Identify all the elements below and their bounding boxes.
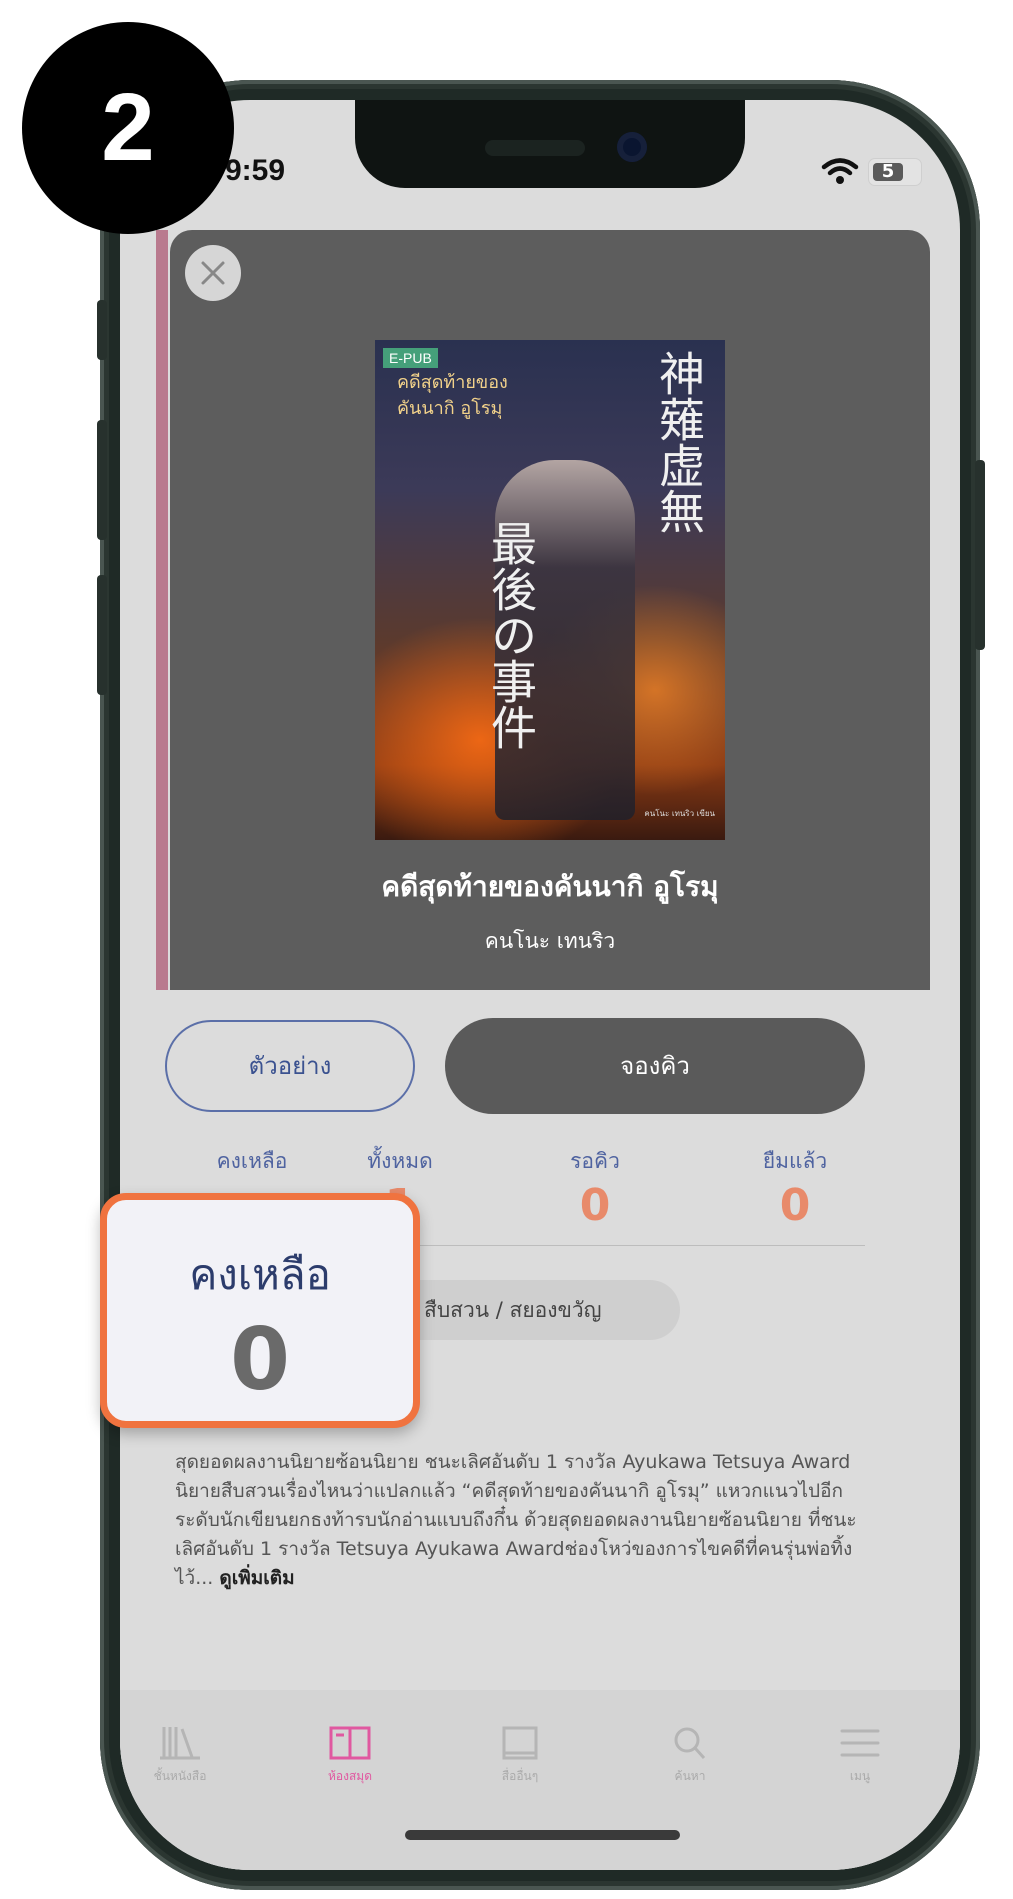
stat-queue-label: รอคิว (570, 1149, 620, 1173)
zoom-callout-value: 0 (230, 1310, 290, 1410)
cover-japanese-title-left: 最後の事件 (484, 520, 538, 750)
close-icon (201, 261, 225, 285)
epub-badge: E-PUB (383, 348, 438, 368)
tab-search[interactable]: ค้นหา (630, 1725, 750, 1786)
phone-screen: 9:59 5 E-PUB คดีสุดท้ายของ คันนากิ อูโรม… (120, 100, 960, 1870)
stat-total-label: ทั้งหมด (367, 1149, 433, 1173)
step-number-badge: 2 (22, 22, 234, 234)
cover-credit: คนโนะ เทนริว เขียน (644, 809, 715, 818)
sample-button[interactable]: ตัวอย่าง (165, 1020, 415, 1112)
menu-icon (840, 1729, 880, 1757)
stat-borrowed-label: ยืมแล้ว (762, 1149, 828, 1173)
book-title: คดีสุดท้ายของคันนากิ อูโรมุ (381, 870, 719, 903)
battery-indicator: 5 (868, 158, 922, 186)
read-more-link[interactable]: ดูเพิ่มเติม (219, 1567, 294, 1589)
media-icon (502, 1726, 538, 1760)
tab-media-label: สื่ออื่นๆ (501, 1769, 539, 1783)
battery-level: 5 (873, 163, 903, 181)
stat-borrowed-value: 0 (779, 1180, 811, 1231)
tab-bookshelf[interactable]: ชั้นหนังสือ (120, 1725, 240, 1786)
front-camera (617, 132, 647, 162)
notch (355, 100, 745, 188)
tab-menu[interactable]: เมนู (800, 1725, 920, 1786)
mute-switch (97, 300, 107, 360)
bookshelf-icon (160, 1727, 200, 1760)
close-button[interactable] (185, 245, 241, 301)
tab-bookshelf-label: ชั้นหนังสือ (153, 1769, 207, 1783)
cover-title: คดีสุดท้ายของ คันนากิ อูโรมุ (397, 372, 508, 419)
stat-remaining-label: คงเหลือ (216, 1149, 288, 1173)
reserve-button[interactable]: จองคิว (445, 1018, 865, 1114)
library-icon (329, 1726, 371, 1760)
power-button (975, 460, 985, 650)
tab-media[interactable]: สื่ออื่นๆ (460, 1725, 580, 1786)
stat-queue-value: 0 (579, 1180, 611, 1231)
wifi-icon (821, 158, 859, 184)
zoom-callout-remaining: คงเหลือ 0 (100, 1193, 420, 1428)
zoom-callout-label: คงเหลือ (189, 1250, 331, 1299)
volume-up-button (97, 420, 107, 540)
speaker (485, 140, 585, 156)
sheet-accent-bar (156, 230, 168, 990)
search-icon (674, 1727, 706, 1760)
volume-down-button (97, 575, 107, 695)
book-cover: E-PUB คดีสุดท้ายของ คันนากิ อูโรมุ 神薙虚無 … (375, 340, 725, 840)
tab-library[interactable]: ห้องสมุด (290, 1725, 410, 1786)
home-indicator (405, 1830, 680, 1840)
tab-search-label: ค้นหา (674, 1769, 706, 1783)
tab-library-label: ห้องสมุด (327, 1769, 372, 1783)
status-time: 9:59 (225, 154, 286, 187)
cover-japanese-title-right: 神薙虚無 (652, 350, 706, 534)
tab-menu-label: เมนู (849, 1769, 871, 1783)
book-author: คนโนะ เทนริว (484, 929, 616, 953)
synopsis: สุดยอดผลงานนิยายซ้อนนิยาย ชนะเลิศอันดับ … (175, 1448, 875, 1593)
